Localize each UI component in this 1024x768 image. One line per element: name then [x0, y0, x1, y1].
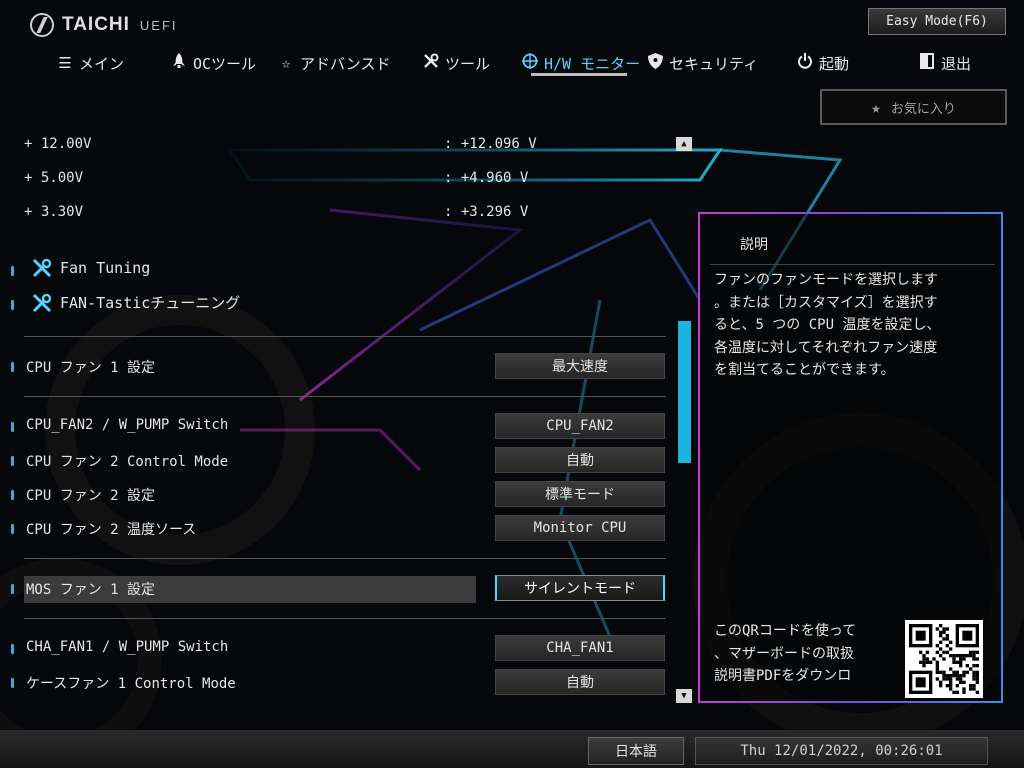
cpu-fan2-setting-button[interactable]: 標準モード: [495, 481, 665, 507]
qr-text: このQRコードを使って 、マザーボードの取扱 説明書PDFをダウンロ: [714, 623, 857, 684]
cpu-fan2-switch-button[interactable]: CPU_FAN2: [495, 413, 665, 439]
section-divider: [24, 396, 666, 397]
exit-icon: [919, 53, 935, 73]
section-divider: [24, 558, 666, 559]
tools-icon: [423, 53, 439, 73]
star-outline-icon: ☆: [281, 54, 291, 72]
shield-icon: [647, 53, 663, 73]
wrench-screwdriver-icon: [32, 293, 52, 313]
scroll-up-arrow-icon[interactable]: ▲: [676, 137, 692, 151]
description-title: 説明: [740, 237, 768, 253]
row-marker: [11, 524, 14, 534]
voltage-label: + 5.00V: [24, 170, 84, 186]
setting-label: CHA_FAN1 / W_PUMP Switch: [26, 639, 229, 655]
setting-label: MOS ファン 1 設定: [26, 582, 156, 598]
tab-label: 起動: [819, 54, 850, 73]
tab-label: 退出: [941, 54, 972, 73]
description-text: ファンのファンモードを選択します 。または［カスタマイズ］を選択す ると、5 つ…: [714, 272, 941, 378]
fan-tastic-tuning-item[interactable]: FAN-Tasticチューニング: [32, 292, 240, 313]
case-fan1-control-mode-button[interactable]: 自動: [495, 669, 665, 695]
datetime-display: Thu 12/01/2022, 00:26:01: [695, 737, 988, 765]
wrench-screwdriver-icon: [32, 258, 52, 278]
row-marker: [11, 644, 14, 654]
row-marker: [11, 362, 14, 372]
description-divider: [710, 264, 995, 265]
active-tab-underline: [531, 73, 627, 76]
list-icon: ☰: [58, 54, 72, 72]
setting-label: CPU ファン 1 設定: [26, 360, 156, 376]
voltage-label: + 12.00V: [24, 136, 92, 152]
tab-main[interactable]: ☰ メイン: [57, 50, 124, 76]
tab-oc-tweaker[interactable]: OCツール: [171, 50, 256, 76]
main-nav: ☰ メイン OCツール ☆ アドバンスド ツール H/W モニター セキュリティ…: [0, 50, 1024, 76]
fan-tuning-item[interactable]: Fan Tuning: [32, 258, 150, 278]
tab-exit[interactable]: 退出: [919, 50, 971, 76]
language-button[interactable]: 日本語: [588, 737, 684, 765]
logo-text: TAICHI: [62, 14, 130, 35]
taichi-logo-icon: [30, 13, 54, 37]
star-icon: ★: [871, 97, 881, 117]
rocket-icon: [171, 53, 187, 73]
voltage-label: + 3.30V: [24, 204, 84, 220]
setting-label: CPU ファン 2 設定: [26, 488, 156, 504]
tab-label: H/W モニター: [544, 54, 641, 73]
tab-advanced[interactable]: ☆ アドバンスド: [278, 50, 390, 76]
tab-tool[interactable]: ツール: [423, 50, 490, 76]
tab-label: メイン: [79, 54, 125, 73]
row-marker: [11, 456, 14, 466]
setting-label: ケースファン 1 Control Mode: [26, 676, 236, 692]
fan-tuning-label: Fan Tuning: [60, 259, 151, 277]
tab-label: セキュリティ: [669, 54, 759, 73]
logo-subtext: UEFI: [139, 17, 178, 33]
row-marker: [11, 490, 14, 500]
cha-fan1-switch-button[interactable]: CHA_FAN1: [495, 635, 665, 661]
taichi-logo: TAICHI UEFI: [30, 13, 178, 37]
easy-mode-button[interactable]: Easy Mode(F6): [868, 8, 1006, 35]
voltage-value: : +3.296 V: [444, 204, 529, 220]
setting-label: CPU ファン 2 温度ソース: [26, 522, 197, 538]
row-marker: [11, 678, 14, 688]
row-marker: [11, 584, 14, 594]
favorites-button[interactable]: ★ お気に入り: [820, 89, 1007, 125]
description-panel: 説明 ファンのファンモードを選択します 。または［カスタマイズ］を選択す ると、…: [698, 212, 1003, 703]
cpu-fan1-setting-button[interactable]: 最大速度: [495, 353, 665, 379]
scroll-down-arrow-icon[interactable]: ▼: [676, 689, 692, 703]
power-icon: [797, 53, 813, 73]
section-divider: [24, 618, 666, 619]
row-marker: [11, 266, 14, 276]
tab-boot[interactable]: 起動: [797, 50, 849, 76]
qr-code: [905, 620, 983, 698]
voltage-value: : +4.960 V: [444, 170, 529, 186]
fan-tastic-label: FAN-Tasticチューニング: [60, 294, 241, 312]
voltage-value: : +12.096 V: [444, 136, 537, 152]
cpu-fan2-temp-source-button[interactable]: Monitor CPU: [495, 515, 665, 541]
tab-security[interactable]: セキュリティ: [647, 50, 758, 76]
scrollbar-thumb[interactable]: [678, 321, 691, 463]
row-marker: [11, 422, 14, 432]
setting-label: CPU ファン 2 Control Mode: [26, 454, 229, 470]
cpu-fan2-control-mode-button[interactable]: 自動: [495, 447, 665, 473]
tab-label: ツール: [445, 54, 491, 73]
favorites-label: お気に入り: [890, 101, 956, 117]
tab-label: アドバンスド: [300, 54, 391, 73]
setting-label: CPU_FAN2 / W_PUMP Switch: [26, 417, 229, 433]
mos-fan1-setting-button[interactable]: サイレントモード: [495, 575, 665, 601]
tab-label: OCツール: [193, 54, 257, 73]
monitor-target-icon: [522, 53, 538, 73]
section-divider: [24, 336, 666, 337]
row-marker: [11, 300, 14, 310]
